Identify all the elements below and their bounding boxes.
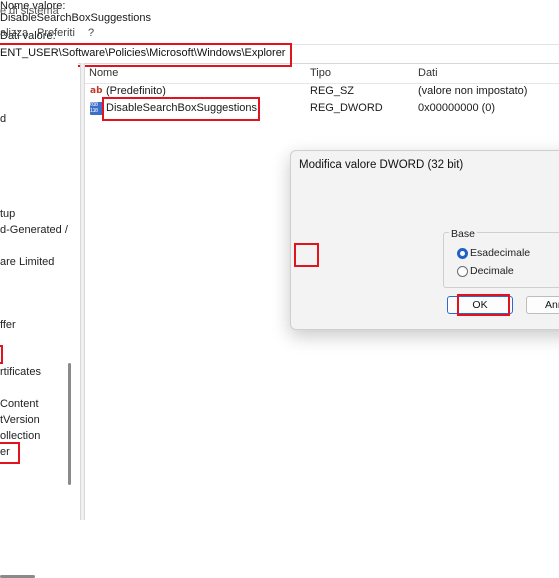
tree-item[interactable]: d-Generated / [0, 224, 68, 236]
base-groupbox [443, 232, 559, 288]
tree-scrollbar[interactable] [68, 363, 71, 485]
tree-item[interactable]: rtificates [0, 366, 41, 378]
column-header-data[interactable]: Dati [418, 67, 438, 79]
radio-decimal-label[interactable]: Decimale [470, 265, 514, 277]
tree-item[interactable]: d [0, 113, 6, 125]
title-bar: e di sistema [0, 0, 559, 24]
string-value-icon: ab [90, 86, 103, 96]
dialog-title: Modifica valore DWORD (32 bit) [299, 159, 464, 171]
base-label: Base [449, 228, 477, 240]
tree-item[interactable]: Content [0, 398, 39, 410]
menu-bar: alizza Preferiti ? [0, 24, 559, 44]
annotation-highlight-explorer-key [0, 442, 20, 464]
value-name[interactable]: (Predefinito) [106, 85, 166, 97]
radio-hexadecimal[interactable] [457, 248, 468, 259]
menu-item-preferiti[interactable]: Preferiti [37, 27, 75, 39]
annotation-highlight-tree-partial [0, 345, 3, 364]
value-type: REG_SZ [310, 85, 355, 97]
window-title: e di sistema [0, 5, 59, 17]
annotation-highlight-ok [457, 294, 510, 316]
tree-item[interactable]: ffer [0, 319, 16, 331]
annotation-highlight-value [102, 97, 260, 121]
annotation-highlight-data-input [294, 243, 319, 267]
column-header-name[interactable]: Nome [89, 67, 118, 79]
value-type: REG_DWORD [310, 102, 383, 114]
radio-hexadecimal-label[interactable]: Esadecimale [470, 247, 530, 259]
column-header-type[interactable]: Tipo [310, 67, 331, 79]
value-data: 0x00000000 (0) [418, 102, 496, 114]
tree-item[interactable]: tVersion [0, 414, 40, 426]
menu-item-help[interactable]: ? [88, 27, 94, 39]
tree-item[interactable]: are Limited [0, 256, 54, 268]
tree-item[interactable]: tup [0, 208, 15, 220]
radio-decimal[interactable] [457, 266, 468, 277]
header-divider [85, 83, 559, 84]
cancel-button-label: Ann [545, 299, 559, 311]
menu-item-visualizza[interactable]: alizza [0, 27, 28, 39]
cancel-button[interactable]: Ann [526, 296, 559, 314]
value-data: (valore non impostato) [418, 85, 528, 97]
tree-item[interactable]: ollection [0, 430, 40, 442]
